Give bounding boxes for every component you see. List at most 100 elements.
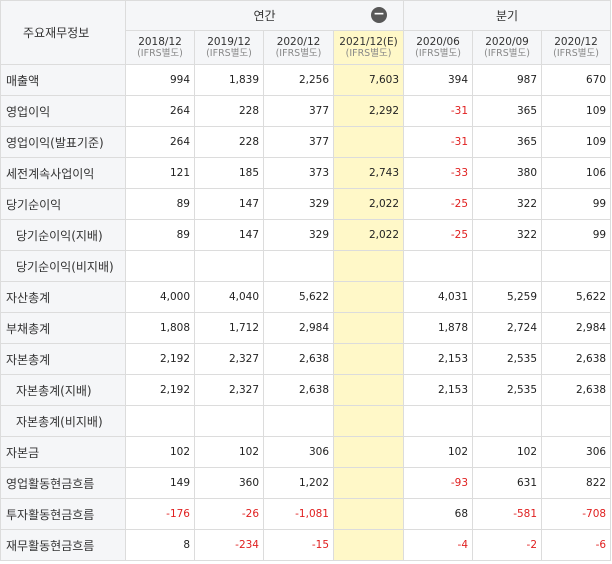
value-cell: 377 (263, 126, 334, 158)
value-cell (541, 405, 612, 437)
table-row: 세전계속사업이익 121 185 373 2,743 -33 380 106 (0, 157, 612, 189)
value-cell: 149 (125, 467, 195, 499)
value-cell: 2,638 (541, 374, 612, 406)
value-cell: 8 (125, 529, 195, 561)
value-cell: 2,153 (403, 343, 474, 375)
value-cell: 2,327 (194, 343, 264, 375)
value-cell (332, 312, 405, 344)
value-cell: 68 (403, 498, 474, 530)
row-label: 당기순이익(지배) (0, 219, 126, 251)
period-basis: (IFRS별도) (275, 47, 322, 59)
value-cell (263, 250, 334, 282)
value-cell: 306 (263, 436, 334, 468)
value-cell: 2,535 (472, 374, 543, 406)
value-cell: 228 (194, 126, 264, 158)
value-cell: 2,022 (332, 219, 405, 251)
value-cell: -26 (194, 498, 264, 530)
table-row: 자산총계 4,000 4,040 5,622 4,031 5,259 5,622 (0, 281, 612, 313)
period-label: 2019/12 (207, 35, 251, 48)
value-cell: 2,153 (403, 374, 474, 406)
value-cell: 5,622 (541, 281, 612, 313)
row-label: 영업이익 (0, 95, 126, 127)
value-cell: -176 (125, 498, 195, 530)
value-cell: -6 (541, 529, 612, 561)
table-body: 매출액 994 1,839 2,256 7,603 394 987 670 영업이익 264 228… (0, 64, 612, 561)
period-label: 2020/12 (276, 35, 321, 48)
period-label: 2020/09 (485, 35, 529, 48)
value-cell: 99 (541, 188, 612, 220)
value-cell: 306 (541, 436, 612, 468)
value-cell: 228 (194, 95, 264, 127)
period-header: 2018/12 (IFRS별도) (125, 30, 195, 65)
value-cell (332, 126, 405, 158)
table-row: 당기순이익(지배) 89 147 329 2,022 -25 322 99 (0, 219, 612, 251)
period-basis: (IFRS별도) (553, 47, 599, 59)
value-cell: 2,256 (263, 64, 334, 96)
value-cell (194, 405, 264, 437)
row-label: 자본금 (0, 436, 126, 468)
value-cell: 822 (541, 467, 612, 499)
value-cell: 2,984 (263, 312, 334, 344)
value-cell: 4,000 (125, 281, 195, 313)
value-cell: -31 (403, 95, 474, 127)
period-basis: (IFRS별도) (345, 47, 392, 59)
value-cell: 377 (263, 95, 334, 127)
row-label: 영업활동현금흐름 (0, 467, 126, 499)
value-cell: 185 (194, 157, 264, 189)
collapse-minus-icon[interactable]: − (371, 7, 387, 23)
value-cell: 394 (403, 64, 474, 96)
table-row: 당기순이익(비지배) (0, 250, 612, 282)
table-row: 자본총계 2,192 2,327 2,638 2,153 2,535 2,638 (0, 343, 612, 375)
row-label: 자본총계(비지배) (0, 405, 126, 437)
value-cell: 7,603 (332, 64, 405, 96)
row-label: 매출액 (0, 64, 126, 96)
group-quarter-label: 분기 (496, 9, 519, 23)
value-cell: 2,022 (332, 188, 405, 220)
value-cell: 373 (263, 157, 334, 189)
value-cell: 5,259 (472, 281, 543, 313)
value-cell (332, 467, 405, 499)
period-basis: (IFRS별도) (206, 47, 252, 59)
table-row: 영업이익(발표기준) 264 228 377 -31 365 109 (0, 126, 612, 158)
header-row-groups: 주요재무정보 연간 − 분기 (0, 0, 612, 65)
group-annual-header: 연간 − (124, 0, 405, 31)
value-cell: 89 (125, 188, 195, 220)
period-header: 2020/12 (IFRS별도) (263, 30, 334, 65)
value-cell: 329 (263, 219, 334, 251)
value-cell: 2,535 (472, 343, 543, 375)
table-row: 자본총계(지배) 2,192 2,327 2,638 2,153 2,535 2,638 (0, 374, 612, 406)
value-cell: 365 (472, 95, 543, 127)
value-cell: 89 (125, 219, 195, 251)
value-cell: 631 (472, 467, 543, 499)
value-cell: 109 (541, 126, 612, 158)
value-cell (541, 250, 612, 282)
row-label: 당기순이익 (0, 188, 126, 220)
value-cell (125, 250, 195, 282)
value-cell (125, 405, 195, 437)
value-cell: 102 (403, 436, 474, 468)
value-cell: -25 (403, 188, 474, 220)
value-cell: -33 (403, 157, 474, 189)
value-cell (332, 498, 405, 530)
value-cell: 360 (194, 467, 264, 499)
financial-summary-table: 주요재무정보 연간 − 분기 2018/12 (IFRS별도) 2019/12 (IF… (0, 0, 612, 561)
table-row: 투자활동현금흐름 -176 -26 -1,081 68 -581 -708 (0, 498, 612, 530)
value-cell: -2 (472, 529, 543, 561)
row-label: 부채총계 (0, 312, 126, 344)
value-cell: 322 (472, 219, 543, 251)
value-cell: 99 (541, 219, 612, 251)
value-cell: 2,724 (472, 312, 543, 344)
period-label: 2021/12(E) (339, 35, 398, 48)
group-annual-label: 연간 (253, 9, 276, 23)
value-cell (472, 405, 543, 437)
value-cell: 994 (125, 64, 195, 96)
row-label: 재무활동현금흐름 (0, 529, 126, 561)
value-cell (332, 343, 405, 375)
table-row: 매출액 994 1,839 2,256 7,603 394 987 670 (0, 64, 612, 96)
value-cell: 2,192 (125, 343, 195, 375)
value-cell (403, 405, 474, 437)
value-cell: 2,638 (263, 343, 334, 375)
corner-label: 주요재무정보 (0, 0, 126, 65)
value-cell: -581 (472, 498, 543, 530)
row-label: 자산총계 (0, 281, 126, 313)
